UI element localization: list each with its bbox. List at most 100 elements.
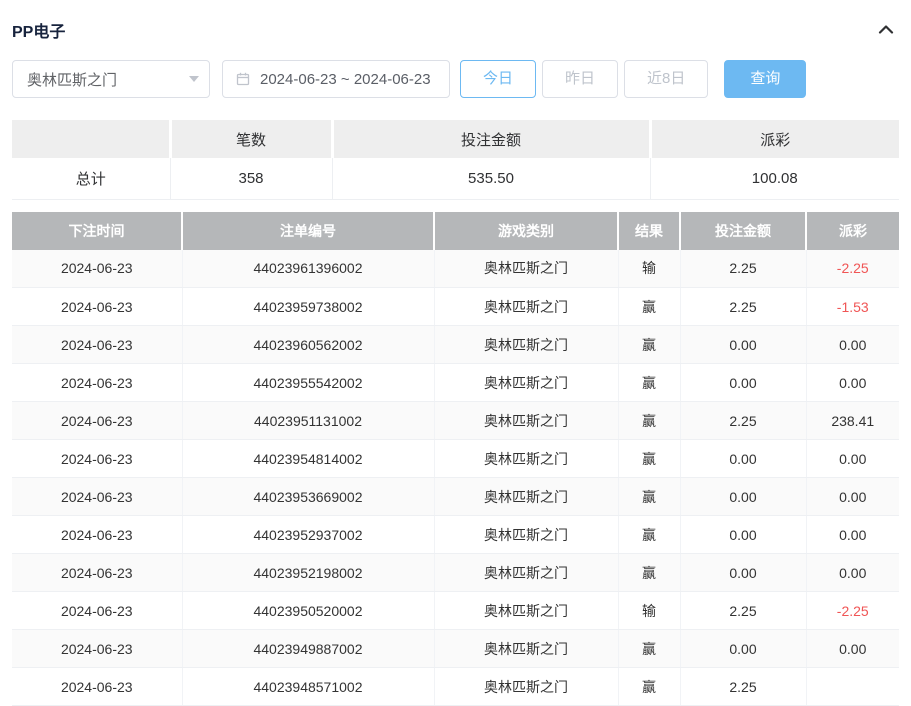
cell-game: 奥林匹斯之门 [434, 440, 618, 478]
table-row: 2024-06-2344023948571002奥林匹斯之门赢2.25 [12, 668, 899, 706]
cell-time: 2024-06-23 [12, 250, 182, 288]
cell-time: 2024-06-23 [12, 592, 182, 630]
cell-game: 奥林匹斯之门 [434, 554, 618, 592]
cell-result: 赢 [618, 326, 680, 364]
col-bet-amount: 投注金额 [680, 212, 806, 250]
col-order-number: 注单编号 [182, 212, 434, 250]
summary-col-payout: 派彩 [650, 120, 899, 158]
cell-order: 44023959738002 [182, 288, 434, 326]
cell-order: 44023961396002 [182, 250, 434, 288]
cell-result: 赢 [618, 440, 680, 478]
filter-row: 奥林匹斯之门 2024-06-23 ~ 2024-06-23 今日 昨日 近8日… [12, 60, 899, 98]
table-row: 2024-06-2344023954814002奥林匹斯之门赢0.000.00 [12, 440, 899, 478]
cell-payout: -2.25 [806, 592, 899, 630]
cell-order: 44023948571002 [182, 668, 434, 706]
bets-table: 下注时间 注单编号 游戏类别 结果 投注金额 派彩 2024-06-234402… [12, 212, 899, 706]
cell-payout: 0.00 [806, 516, 899, 554]
query-button[interactable]: 查询 [724, 60, 806, 98]
pp-report-panel: PP电子 奥林匹斯之门 2024-06-23 ~ 2024-06-23 今日 [0, 0, 911, 706]
col-bet-time: 下注时间 [12, 212, 182, 250]
cell-result: 输 [618, 592, 680, 630]
cell-time: 2024-06-23 [12, 288, 182, 326]
summary-total-row: 总计 358 535.50 100.08 [12, 158, 899, 199]
cell-payout: 0.00 [806, 478, 899, 516]
summary-total-bet-amount: 535.50 [332, 158, 650, 199]
cell-payout [806, 668, 899, 706]
table-row: 2024-06-2344023953669002奥林匹斯之门赢0.000.00 [12, 478, 899, 516]
cell-amount: 0.00 [680, 364, 806, 402]
col-result: 结果 [618, 212, 680, 250]
cell-order: 44023952937002 [182, 516, 434, 554]
today-button[interactable]: 今日 [460, 60, 536, 98]
cell-time: 2024-06-23 [12, 516, 182, 554]
cell-order: 44023950520002 [182, 592, 434, 630]
cell-time: 2024-06-23 [12, 326, 182, 364]
chevron-down-icon [189, 76, 199, 82]
cell-result: 赢 [618, 402, 680, 440]
table-row: 2024-06-2344023955542002奥林匹斯之门赢0.000.00 [12, 364, 899, 402]
cell-game: 奥林匹斯之门 [434, 250, 618, 288]
panel-header: PP电子 [12, 10, 899, 50]
last-8-days-button[interactable]: 近8日 [624, 60, 708, 98]
col-game-category: 游戏类别 [434, 212, 618, 250]
cell-amount: 2.25 [680, 592, 806, 630]
table-row: 2024-06-2344023960562002奥林匹斯之门赢0.000.00 [12, 326, 899, 364]
cell-amount: 0.00 [680, 440, 806, 478]
cell-order: 44023952198002 [182, 554, 434, 592]
summary-total-payout: 100.08 [650, 158, 899, 199]
cell-payout: -1.53 [806, 288, 899, 326]
table-row: 2024-06-2344023952937002奥林匹斯之门赢0.000.00 [12, 516, 899, 554]
date-range-input[interactable]: 2024-06-23 ~ 2024-06-23 [222, 60, 450, 98]
table-row: 2024-06-2344023950520002奥林匹斯之门输2.25-2.25 [12, 592, 899, 630]
col-payout: 派彩 [806, 212, 899, 250]
summary-total-count: 358 [170, 158, 332, 199]
date-range-value: 2024-06-23 ~ 2024-06-23 [260, 71, 431, 88]
cell-game: 奥林匹斯之门 [434, 478, 618, 516]
cell-time: 2024-06-23 [12, 440, 182, 478]
cell-order: 44023951131002 [182, 402, 434, 440]
cell-game: 奥林匹斯之门 [434, 288, 618, 326]
cell-amount: 0.00 [680, 478, 806, 516]
cell-amount: 0.00 [680, 630, 806, 668]
cell-time: 2024-06-23 [12, 364, 182, 402]
summary-col-count: 笔数 [170, 120, 332, 158]
cell-amount: 0.00 [680, 516, 806, 554]
table-row: 2024-06-2344023949887002奥林匹斯之门赢0.000.00 [12, 630, 899, 668]
cell-order: 44023954814002 [182, 440, 434, 478]
game-select[interactable]: 奥林匹斯之门 [12, 60, 210, 98]
cell-game: 奥林匹斯之门 [434, 592, 618, 630]
table-row: 2024-06-2344023961396002奥林匹斯之门输2.25-2.25 [12, 250, 899, 288]
bets-header-row: 下注时间 注单编号 游戏类别 结果 投注金额 派彩 [12, 212, 899, 250]
cell-amount: 0.00 [680, 554, 806, 592]
cell-game: 奥林匹斯之门 [434, 630, 618, 668]
cell-order: 44023960562002 [182, 326, 434, 364]
summary-table: 笔数 投注金额 派彩 总计 358 535.50 100.08 [12, 120, 899, 200]
collapse-button[interactable] [873, 18, 899, 43]
cell-game: 奥林匹斯之门 [434, 402, 618, 440]
cell-payout: 0.00 [806, 326, 899, 364]
cell-game: 奥林匹斯之门 [434, 364, 618, 402]
cell-order: 44023953669002 [182, 478, 434, 516]
summary-col-empty [12, 120, 170, 158]
chevron-up-icon [877, 22, 895, 39]
page-title: PP电子 [12, 18, 65, 42]
calendar-icon [235, 71, 251, 87]
table-row: 2024-06-2344023951131002奥林匹斯之门赢2.25238.4… [12, 402, 899, 440]
cell-payout: 0.00 [806, 554, 899, 592]
table-row: 2024-06-2344023952198002奥林匹斯之门赢0.000.00 [12, 554, 899, 592]
yesterday-button[interactable]: 昨日 [542, 60, 618, 98]
cell-result: 赢 [618, 516, 680, 554]
cell-game: 奥林匹斯之门 [434, 668, 618, 706]
bets-table-body: 2024-06-2344023961396002奥林匹斯之门输2.25-2.25… [12, 250, 899, 706]
cell-time: 2024-06-23 [12, 478, 182, 516]
cell-amount: 0.00 [680, 326, 806, 364]
summary-total-label: 总计 [12, 158, 170, 199]
cell-result: 赢 [618, 554, 680, 592]
cell-time: 2024-06-23 [12, 402, 182, 440]
cell-payout: 238.41 [806, 402, 899, 440]
cell-game: 奥林匹斯之门 [434, 326, 618, 364]
cell-time: 2024-06-23 [12, 554, 182, 592]
table-row: 2024-06-2344023959738002奥林匹斯之门赢2.25-1.53 [12, 288, 899, 326]
cell-amount: 2.25 [680, 250, 806, 288]
cell-result: 赢 [618, 364, 680, 402]
